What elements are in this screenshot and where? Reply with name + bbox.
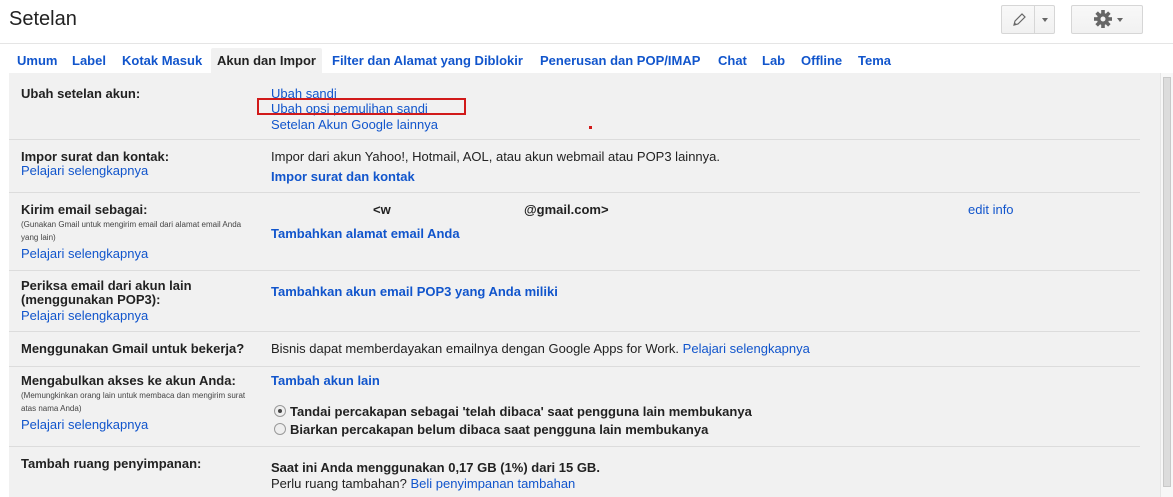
tab-filter[interactable]: Filter dan Alamat yang Diblokir xyxy=(332,53,523,68)
scrollbar[interactable] xyxy=(1160,73,1173,497)
tab-umum[interactable]: Umum xyxy=(17,53,57,68)
send-as-email-prefix: <w xyxy=(373,202,391,217)
send-as-learn-more-link[interactable]: Pelajari selengkapnya xyxy=(21,246,148,261)
settings-content: Ubah setelan akun: Ubah sandi Ubah opsi … xyxy=(9,73,1160,497)
edit-button-group[interactable] xyxy=(1001,5,1055,34)
work-row: Menggunakan Gmail untuk bekerja? Bisnis … xyxy=(9,332,1140,367)
send-as-row: Kirim email sebagai: (Gunakan Gmail untu… xyxy=(9,193,1140,271)
work-description: Bisnis dapat memberdayakan emailnya deng… xyxy=(271,341,810,356)
import-description: Impor dari akun Yahoo!, Hotmail, AOL, at… xyxy=(271,149,720,164)
tab-tema[interactable]: Tema xyxy=(858,53,891,68)
grant-access-note: (Memungkinkan orang lain untuk membaca d… xyxy=(21,391,246,413)
tab-lab[interactable]: Lab xyxy=(762,53,785,68)
add-email-address-link[interactable]: Tambahkan alamat email Anda xyxy=(271,226,460,241)
storage-usage: Saat ini Anda menggunakan 0,17 GB (1%) d… xyxy=(271,460,600,475)
import-learn-more-link[interactable]: Pelajari selengkapnya xyxy=(21,163,148,178)
grant-access-learn-more-link[interactable]: Pelajari selengkapnya xyxy=(21,417,148,432)
storage-label: Tambah ruang penyimpanan: xyxy=(21,456,202,471)
mark-read-option-label[interactable]: Tandai percakapan sebagai 'telah dibaca'… xyxy=(290,404,752,419)
edit-info-link[interactable]: edit info xyxy=(968,202,1014,217)
tab-kotak-masuk[interactable]: Kotak Masuk xyxy=(122,53,202,68)
send-as-note: (Gunakan Gmail untuk mengirim email dari… xyxy=(21,220,242,242)
import-mail-contacts-link[interactable]: Impor surat dan kontak xyxy=(271,169,415,184)
highlight-annotation-box xyxy=(257,98,466,115)
tab-penerusan-pop-imap[interactable]: Penerusan dan POP/IMAP xyxy=(540,53,700,68)
settings-tabs: Umum Label Kotak Masuk Akun dan Impor Fi… xyxy=(0,44,1160,73)
storage-row: Tambah ruang penyimpanan: Saat ini Anda … xyxy=(9,447,1140,497)
check-mail-label-line2: (menggunakan POP3): xyxy=(21,292,161,307)
grant-access-row: Mengabulkan akses ke akun Anda: (Memungk… xyxy=(9,367,1140,447)
grant-access-label: Mengabulkan akses ke akun Anda: xyxy=(21,373,236,388)
send-as-email-suffix: @gmail.com> xyxy=(524,202,609,217)
tab-chat[interactable]: Chat xyxy=(718,53,747,68)
storage-need-more: Perlu ruang tambahan? xyxy=(271,476,407,491)
tab-label[interactable]: Label xyxy=(72,53,106,68)
work-learn-more-link[interactable]: Pelajari selengkapnya xyxy=(683,341,810,356)
edit-button[interactable] xyxy=(1002,6,1035,33)
gear-icon xyxy=(1094,10,1112,28)
annotation-dot xyxy=(589,126,592,129)
pencil-icon xyxy=(1013,13,1026,26)
account-settings-row: Ubah setelan akun: Ubah sandi Ubah opsi … xyxy=(9,73,1140,140)
edit-dropdown-button[interactable] xyxy=(1036,6,1055,33)
work-text: Bisnis dapat memberdayakan emailnya deng… xyxy=(271,341,680,356)
work-label: Menggunakan Gmail untuk bekerja? xyxy=(21,341,245,356)
account-settings-label: Ubah setelan akun: xyxy=(21,86,141,101)
check-mail-row: Periksa email dari akun lain (menggunaka… xyxy=(9,271,1140,332)
top-bar: Setelan xyxy=(0,0,1173,44)
tab-offline[interactable]: Offline xyxy=(801,53,842,68)
check-mail-label-line1: Periksa email dari akun lain xyxy=(21,278,192,293)
chevron-down-icon xyxy=(1042,18,1048,22)
add-another-account-link[interactable]: Tambah akun lain xyxy=(271,373,380,388)
google-account-settings-link[interactable]: Setelan Akun Google lainnya xyxy=(271,117,438,132)
add-pop3-account-link[interactable]: Tambahkan akun email POP3 yang Anda mili… xyxy=(271,284,558,299)
page-title: Setelan xyxy=(9,8,77,30)
settings-button[interactable] xyxy=(1071,5,1143,34)
chevron-down-icon xyxy=(1117,18,1123,22)
mark-read-radio[interactable] xyxy=(274,405,286,417)
scrollbar-thumb[interactable] xyxy=(1163,77,1171,487)
leave-unread-radio[interactable] xyxy=(274,423,286,435)
check-mail-learn-more-link[interactable]: Pelajari selengkapnya xyxy=(21,308,148,323)
import-label: Impor surat dan kontak: xyxy=(21,149,170,164)
storage-more-line: Perlu ruang tambahan? Beli penyimpanan t… xyxy=(271,476,575,491)
send-as-label: Kirim email sebagai: xyxy=(21,202,148,217)
leave-unread-option-label[interactable]: Biarkan percakapan belum dibaca saat pen… xyxy=(290,422,708,437)
tab-akun-dan-impor[interactable]: Akun dan Impor xyxy=(211,48,322,73)
import-row: Impor surat dan kontak: Pelajari selengk… xyxy=(9,140,1140,193)
buy-storage-link[interactable]: Beli penyimpanan tambahan xyxy=(411,476,576,491)
